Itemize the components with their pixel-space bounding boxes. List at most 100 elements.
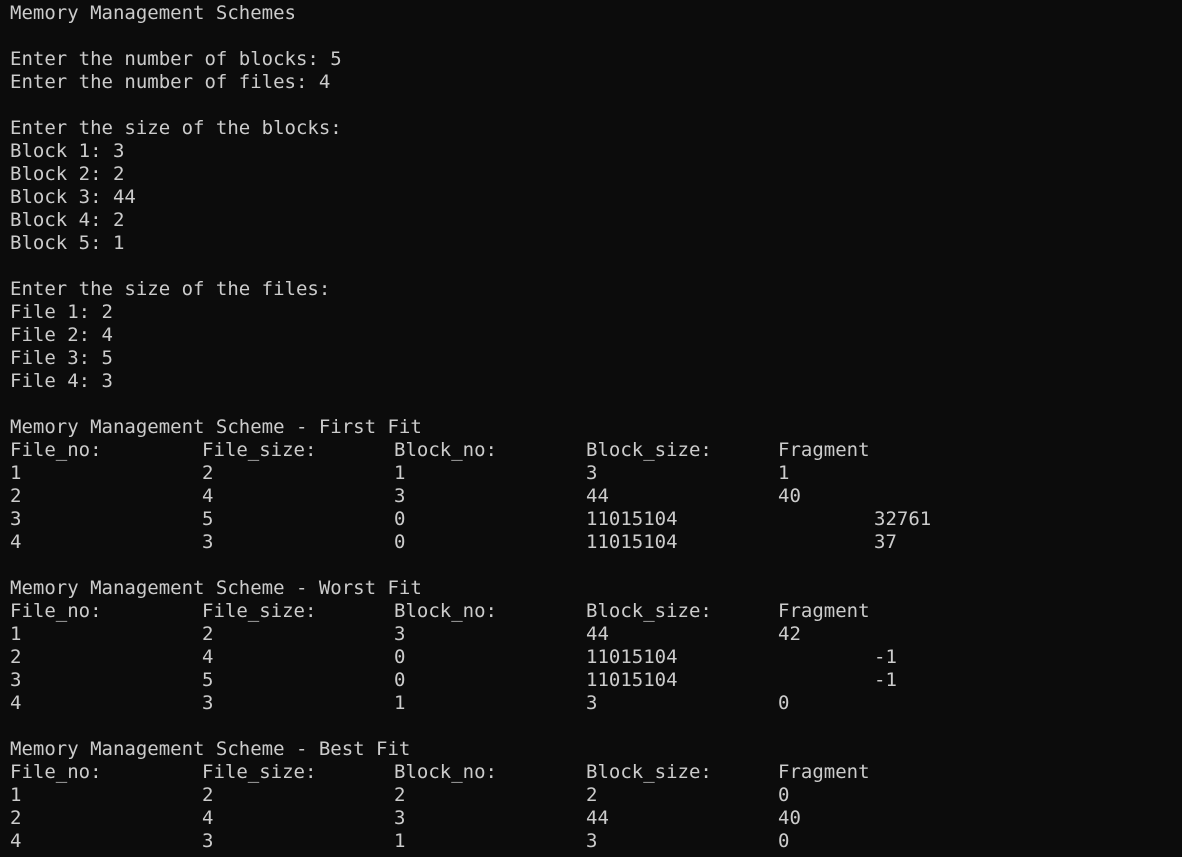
- block-size-cell: 11015104: [586, 669, 678, 691]
- col-file-size: File_size:: [202, 439, 317, 461]
- block-no-cell: 1: [394, 462, 406, 484]
- block-size-cell: 3: [586, 462, 598, 484]
- file-size-line: File 3: 5: [10, 347, 113, 369]
- file-size-cell: 5: [202, 669, 214, 691]
- table-row: 1 2 3 44 42: [10, 623, 801, 646]
- table-row: 4 3 1 3 0: [10, 830, 789, 853]
- program-title: Memory Management Schemes: [10, 2, 296, 24]
- col-file-size: File_size:: [202, 761, 317, 783]
- fragment-cell: 32761: [874, 508, 932, 530]
- table-row: 2 4 3 44 40: [10, 485, 801, 508]
- worst-fit-title: Memory Management Scheme - Worst Fit: [10, 577, 422, 599]
- col-fragment: Fragment: [778, 761, 870, 783]
- block-size-cell: 3: [586, 692, 598, 714]
- col-block-size: Block_size:: [586, 600, 712, 622]
- block-no-cell: 1: [394, 692, 406, 714]
- file-no-cell: 2: [10, 485, 22, 507]
- block-no-cell: 1: [394, 830, 406, 852]
- file-size-cell: 5: [202, 508, 214, 530]
- block-no-cell: 3: [394, 485, 406, 507]
- block-size-cell: 44: [586, 623, 609, 645]
- col-block-size: Block_size:: [586, 439, 712, 461]
- file-no-cell: 4: [10, 830, 22, 852]
- first-fit-title: Memory Management Scheme - First Fit: [10, 416, 422, 438]
- table-row: 2 4 0 11015104 -1: [10, 646, 897, 669]
- block-size-line: Block 4: 2: [10, 209, 125, 231]
- file-size-line: File 2: 4: [10, 324, 113, 346]
- block-no-cell: 0: [394, 646, 406, 668]
- files-count-prompt: Enter the number of files: 4: [10, 71, 331, 93]
- block-size-cell: 2: [586, 784, 598, 806]
- fragment-cell: 0: [778, 692, 790, 714]
- fragment-cell: -1: [874, 669, 897, 691]
- block-no-cell: 2: [394, 784, 406, 806]
- fragment-cell: 42: [778, 623, 801, 645]
- table-row: 2 4 3 44 40: [10, 807, 801, 830]
- fragment-cell: 37: [874, 531, 897, 553]
- block-sizes-prompt: Enter the size of the blocks:: [10, 117, 342, 139]
- file-size-cell: 3: [202, 692, 214, 714]
- fragment-cell: -1: [874, 646, 897, 668]
- col-file-no: File_no:: [10, 600, 102, 622]
- table-row: 3 5 0 11015104 32761: [10, 508, 931, 531]
- block-no-cell: 0: [394, 669, 406, 691]
- file-size-line: File 1: 2: [10, 301, 113, 323]
- col-block-no: Block_no:: [394, 600, 497, 622]
- file-size-line: File 4: 3: [10, 370, 113, 392]
- block-no-cell: 0: [394, 508, 406, 530]
- terminal-window[interactable]: Memory Management Schemes Enter the numb…: [0, 0, 1182, 857]
- block-size-cell: 11015104: [586, 646, 678, 668]
- file-no-cell: 1: [10, 784, 22, 806]
- block-size-cell: 11015104: [586, 531, 678, 553]
- file-no-cell: 1: [10, 623, 22, 645]
- block-size-cell: 44: [586, 485, 609, 507]
- fragment-cell: 1: [778, 462, 790, 484]
- file-no-cell: 2: [10, 646, 22, 668]
- col-block-no: Block_no:: [394, 439, 497, 461]
- file-size-cell: 4: [202, 646, 214, 668]
- file-size-cell: 2: [202, 784, 214, 806]
- blocks-count-prompt: Enter the number of blocks: 5: [10, 48, 342, 70]
- file-no-cell: 2: [10, 807, 22, 829]
- table-row: 1 2 1 3 1: [10, 462, 789, 485]
- file-size-cell: 3: [202, 830, 214, 852]
- col-block-no: Block_no:: [394, 761, 497, 783]
- block-no-cell: 0: [394, 531, 406, 553]
- fragment-cell: 0: [778, 830, 790, 852]
- fragment-cell: 40: [778, 485, 801, 507]
- col-fragment: Fragment: [778, 439, 870, 461]
- col-fragment: Fragment: [778, 600, 870, 622]
- file-no-cell: 4: [10, 531, 22, 553]
- block-size-line: Block 3: 44: [10, 186, 136, 208]
- col-file-no: File_no:: [10, 439, 102, 461]
- file-sizes-prompt: Enter the size of the files:: [10, 278, 331, 300]
- file-size-cell: 2: [202, 623, 214, 645]
- fragment-cell: 40: [778, 807, 801, 829]
- file-no-cell: 1: [10, 462, 22, 484]
- block-size-line: Block 2: 2: [10, 163, 125, 185]
- block-no-cell: 3: [394, 807, 406, 829]
- table-row: 1 2 2 2 0: [10, 784, 789, 807]
- col-file-no: File_no:: [10, 761, 102, 783]
- table-row: 4 3 0 11015104 37: [10, 531, 897, 554]
- file-size-cell: 4: [202, 807, 214, 829]
- table-row: 3 5 0 11015104 -1: [10, 669, 897, 692]
- col-block-size: Block_size:: [586, 761, 712, 783]
- file-size-cell: 4: [202, 485, 214, 507]
- block-size-line: Block 1: 3: [10, 140, 125, 162]
- block-no-cell: 3: [394, 623, 406, 645]
- file-no-cell: 4: [10, 692, 22, 714]
- best-fit-title: Memory Management Scheme - Best Fit: [10, 738, 411, 760]
- file-size-cell: 2: [202, 462, 214, 484]
- file-no-cell: 3: [10, 669, 22, 691]
- table-row: 4 3 1 3 0: [10, 692, 789, 715]
- table-header: File_no: File_size: Block_no: Block_size: Fr…: [10, 761, 870, 784]
- block-size-cell: 44: [586, 807, 609, 829]
- block-size-line: Block 5: 1: [10, 232, 125, 254]
- table-header: File_no: File_size: Block_no: Block_size: Fr…: [10, 439, 870, 462]
- fragment-cell: 0: [778, 784, 790, 806]
- block-size-cell: 3: [586, 830, 598, 852]
- col-file-size: File_size:: [202, 600, 317, 622]
- file-no-cell: 3: [10, 508, 22, 530]
- file-size-cell: 3: [202, 531, 214, 553]
